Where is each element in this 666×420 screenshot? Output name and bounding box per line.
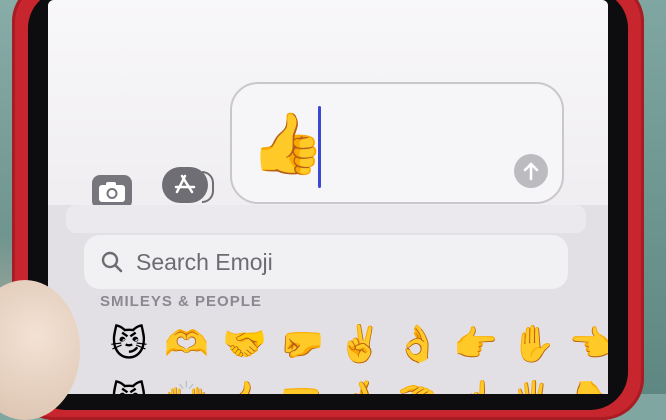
arrow-up-icon [523, 162, 539, 181]
app-store-icon [174, 174, 196, 194]
camera-icon [99, 182, 125, 202]
emoji-key[interactable]: 👌 [389, 317, 447, 373]
search-icon [100, 250, 124, 274]
message-input[interactable]: 👍 [230, 82, 564, 204]
emoji-key[interactable]: 👈 [562, 317, 608, 373]
emoji-key[interactable]: 😼 [100, 317, 158, 373]
emoji-key[interactable]: 😾 [100, 373, 158, 394]
emoji-key[interactable]: 🤏 [389, 373, 447, 394]
emoji-key[interactable]: ✌️ [331, 317, 389, 373]
phone-screen: 👍 Search Emoji SMILEYS & PEOPLE 😼 🫶 🤝 🤛 … [48, 0, 608, 394]
emoji-row: 😾 🙌 👍 🤜 🤞 🤏 ☝️ 🖐️ 👇 [100, 373, 608, 394]
emoji-key[interactable]: ☝️ [447, 373, 505, 394]
text-cursor [318, 106, 321, 188]
message-emoji: 👍 [250, 109, 325, 179]
emoji-key[interactable]: ✋ [504, 317, 562, 373]
camera-button[interactable] [92, 175, 132, 209]
emoji-keyboard: Search Emoji SMILEYS & PEOPLE 😼 🫶 🤝 🤛 ✌️… [48, 205, 608, 394]
emoji-key[interactable]: 👉 [447, 317, 505, 373]
emoji-key[interactable]: 🫶 [158, 317, 216, 373]
send-button[interactable] [514, 154, 548, 188]
emoji-key[interactable]: 🖐️ [504, 373, 562, 394]
compose-area: 👍 [48, 0, 608, 215]
emoji-key[interactable]: 🤞 [331, 373, 389, 394]
predictive-bar [66, 205, 586, 233]
emoji-category-label: SMILEYS & PEOPLE [100, 293, 262, 310]
emoji-row: 😼 🫶 🤝 🤛 ✌️ 👌 👉 ✋ 👈 [100, 317, 608, 373]
emoji-key[interactable]: 🤝 [216, 317, 274, 373]
emoji-key[interactable]: 👇 [562, 373, 608, 394]
search-placeholder: Search Emoji [136, 248, 273, 275]
emoji-key[interactable]: 🙌 [158, 373, 216, 394]
emoji-key[interactable]: 🤜 [273, 373, 331, 394]
emoji-key[interactable]: 👍 [216, 373, 274, 394]
app-store-button[interactable] [162, 167, 214, 203]
emoji-grid: 😼 🫶 🤝 🤛 ✌️ 👌 👉 ✋ 👈 😾 🙌 👍 🤜 🤞 🤏 ☝️ 🖐️ [100, 317, 608, 394]
emoji-search-input[interactable]: Search Emoji [84, 235, 568, 289]
emoji-key[interactable]: 🤛 [273, 317, 331, 373]
